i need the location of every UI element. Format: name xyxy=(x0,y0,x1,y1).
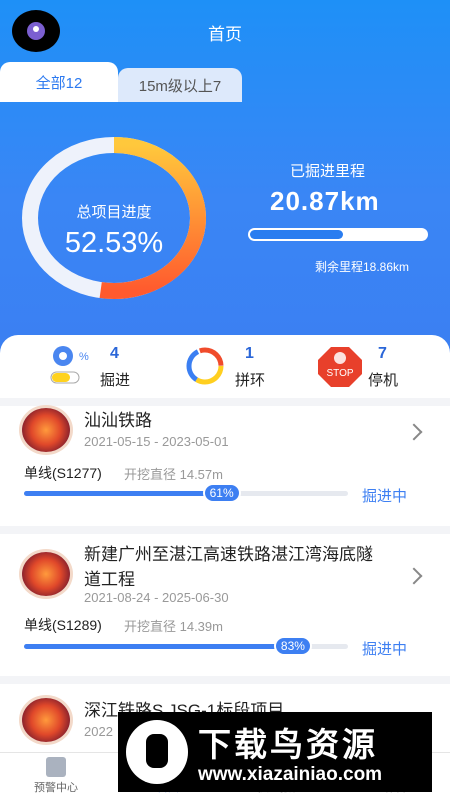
page-title: 首页 xyxy=(208,25,242,44)
line-code: 单线(S1277) xyxy=(24,465,102,481)
watermark-url: www.xiazainiao.com xyxy=(198,764,383,785)
progress-donut: 总项目进度 52.53% xyxy=(14,131,214,305)
tab-bar: 全部12 15m级以上7 xyxy=(0,62,450,102)
project-progress-track: 83% xyxy=(24,636,348,656)
stat-excavating[interactable]: % 4 掘进 xyxy=(50,345,160,389)
chevron-right-icon[interactable] xyxy=(405,423,423,441)
project-item[interactable]: 汕汕铁路 2021-05-15 - 2023-05-01 单线(S1277) 开… xyxy=(0,406,450,526)
mileage-progress-fill xyxy=(250,230,344,239)
gear-excavate-icon: % xyxy=(50,346,89,384)
tunnel-boring-machine-icon xyxy=(22,698,70,742)
svg-text:%: % xyxy=(79,351,89,363)
bird-logo-icon xyxy=(126,720,188,784)
stat-ring-label: 拼环 xyxy=(235,372,266,389)
tab-15m-plus[interactable]: 15m级以上7 xyxy=(118,68,242,102)
stat-ring-count: 1 xyxy=(245,345,254,362)
stat-excavating-label: 掘进 xyxy=(100,372,131,389)
nav-alert-center[interactable]: 预警中心 xyxy=(26,757,86,795)
project-name: 汕汕铁路 xyxy=(84,411,152,430)
project-dates: 2022 xyxy=(84,724,113,739)
project-dates: 2021-08-24 - 2025-06-30 xyxy=(84,590,229,605)
project-dates: 2021-05-15 - 2023-05-01 xyxy=(84,434,229,449)
stat-stopped-count: 7 xyxy=(378,345,387,362)
project-progress-track: 61% xyxy=(24,483,348,503)
watermark-title: 下载鸟资源 xyxy=(198,726,378,763)
section-divider xyxy=(0,398,450,406)
project-progress-badge: 83% xyxy=(273,636,312,656)
stat-excavating-count: 4 xyxy=(110,345,119,362)
line-code: 单线(S1289) xyxy=(24,617,102,633)
project-progress-fill xyxy=(24,644,293,649)
total-progress-label: 总项目进度 xyxy=(76,204,152,221)
tab-all[interactable]: 全部12 xyxy=(0,62,118,102)
mileage-progress-bar xyxy=(248,228,428,241)
stat-stopped[interactable]: STOP 7 停机 xyxy=(316,345,426,389)
tunnel-boring-machine-icon xyxy=(22,408,70,452)
remaining-mileage: 剩余里程18.86km xyxy=(315,260,410,274)
excavation-diameter: 开挖直径 14.39m xyxy=(124,619,223,634)
stop-sign-icon: STOP xyxy=(318,347,362,387)
watermark-banner: 下载鸟资源 www.xiazainiao.com xyxy=(118,712,432,792)
section-divider xyxy=(0,526,450,534)
excavated-mileage-label: 已掘进里程 xyxy=(290,163,366,180)
project-status: 掘进中 xyxy=(362,641,408,658)
ring-assembly-icon xyxy=(186,347,224,385)
chevron-right-icon[interactable] xyxy=(405,567,423,585)
project-status: 掘进中 xyxy=(362,488,408,505)
svg-text:STOP: STOP xyxy=(326,368,353,379)
excavation-diameter: 开挖直径 14.57m xyxy=(124,467,223,482)
stat-stopped-label: 停机 xyxy=(368,372,399,389)
alert-center-icon xyxy=(46,757,66,777)
stat-ring-assembly[interactable]: 1 拼环 xyxy=(183,345,283,389)
project-progress-fill xyxy=(24,491,222,496)
tunnel-boring-machine-icon xyxy=(22,552,70,596)
total-progress-value: 52.53% xyxy=(64,227,164,259)
excavated-mileage-value: 20.87km xyxy=(270,186,380,216)
nav-alert-center-label: 预警中心 xyxy=(34,782,78,794)
section-divider xyxy=(0,676,450,684)
project-progress-badge: 61% xyxy=(202,483,241,503)
project-item[interactable]: 新建广州至湛江高速铁路湛江湾海底隧道工程 2021-08-24 - 2025-0… xyxy=(0,540,450,668)
project-name: 新建广州至湛江高速铁路湛江湾海底隧道工程 xyxy=(84,545,373,589)
